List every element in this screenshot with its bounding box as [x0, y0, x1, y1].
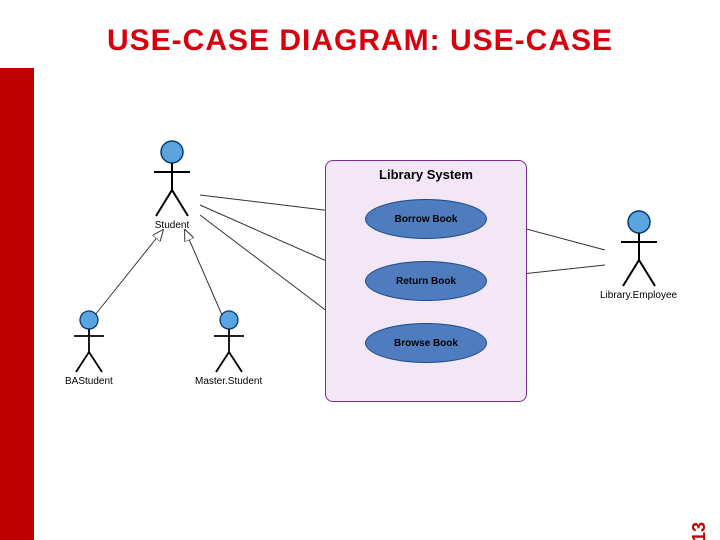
system-title: Library System: [326, 167, 526, 182]
actor-master-student: Master.Student: [195, 310, 262, 387]
stick-figure-icon: [148, 140, 196, 218]
actor-label: Library.Employee: [600, 290, 677, 301]
stick-figure-icon: [69, 310, 109, 374]
use-case-borrow: Borrow Book: [365, 199, 487, 239]
system-boundary: Library System Borrow Book Return Book B…: [325, 160, 527, 402]
actor-librarian: Library.Employee: [600, 210, 677, 301]
slide: USE-CASE DIAGRAM: USE-CASE 13 Library: [0, 0, 720, 540]
stick-figure-icon: [615, 210, 663, 288]
slide-title: USE-CASE DIAGRAM: USE-CASE: [0, 24, 720, 58]
page-number: 13: [689, 522, 710, 540]
use-case-diagram: Library System Borrow Book Return Book B…: [40, 100, 700, 470]
actor-label: Student: [148, 220, 196, 231]
actor-ba-student: BAStudent: [65, 310, 113, 387]
stick-figure-icon: [209, 310, 249, 374]
accent-bar: [0, 68, 34, 540]
use-case-browse: Browse Book: [365, 323, 487, 363]
actor-label: Master.Student: [195, 376, 262, 387]
actor-student: Student: [148, 140, 196, 231]
actor-label: BAStudent: [65, 376, 113, 387]
use-case-return: Return Book: [365, 261, 487, 301]
